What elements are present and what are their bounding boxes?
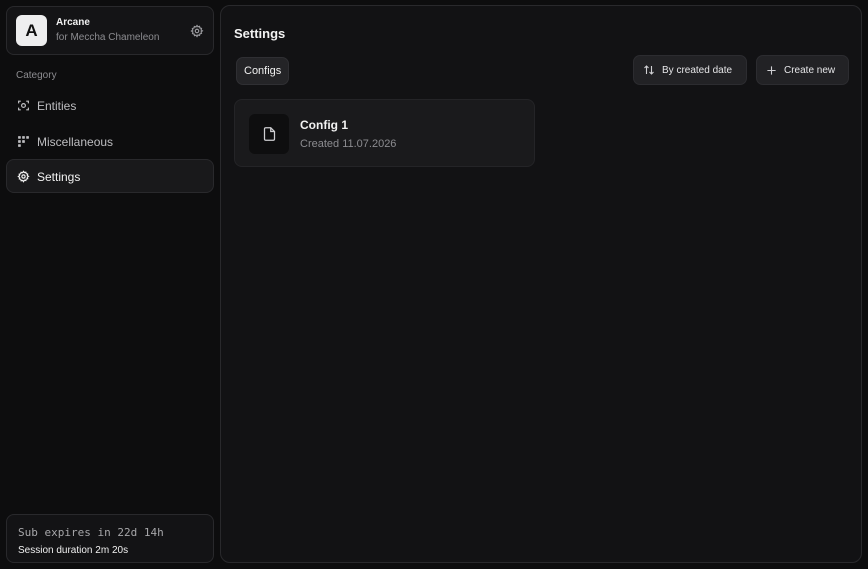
session-duration: Session duration 2m 20s	[18, 545, 129, 556]
grid-dots-icon	[18, 136, 29, 147]
tab-configs[interactable]: Configs	[236, 57, 290, 85]
sidebar-item-label: Entities	[37, 99, 77, 113]
create-button-label: Create new	[784, 64, 836, 76]
sidebar-item-settings[interactable]: Settings	[6, 159, 214, 193]
subscription-expiry: Sub expires in 22d 14h	[18, 526, 164, 539]
category-label: Category	[16, 70, 57, 81]
config-name: Config 1	[300, 118, 348, 132]
app-name: Arcane	[56, 17, 90, 28]
sidebar-item-label: Settings	[37, 170, 81, 184]
plus-icon	[767, 65, 776, 75]
scan-target-icon	[18, 100, 29, 111]
gear-icon[interactable]	[190, 24, 204, 38]
config-card[interactable]: Config 1 Created 11.07.2026	[234, 99, 535, 167]
config-icon-tile	[249, 114, 289, 154]
sort-by-created-date-button[interactable]: By created date	[633, 55, 747, 85]
sidebar: A Arcane for Meccha Chameleon Category E…	[0, 0, 219, 569]
main-panel: Settings Configs By created date Create …	[220, 5, 862, 563]
app-header-card: A Arcane for Meccha Chameleon	[6, 6, 214, 55]
subscription-card: Sub expires in 22d 14h Session duration …	[6, 514, 214, 563]
sidebar-item-miscellaneous[interactable]: Miscellaneous	[6, 124, 214, 158]
sort-button-label: By created date	[662, 64, 733, 76]
sidebar-item-label: Miscellaneous	[37, 135, 114, 149]
sort-arrows-icon	[644, 65, 654, 75]
create-new-button[interactable]: Create new	[756, 55, 849, 85]
gear-icon	[17, 170, 30, 183]
app-subtitle: for Meccha Chameleon	[56, 32, 160, 43]
file-icon	[263, 127, 275, 141]
page-title: Settings	[234, 26, 286, 41]
app-logo: A	[16, 15, 47, 46]
config-created-date: Created 11.07.2026	[300, 138, 397, 150]
sidebar-item-entities[interactable]: Entities	[6, 88, 214, 122]
